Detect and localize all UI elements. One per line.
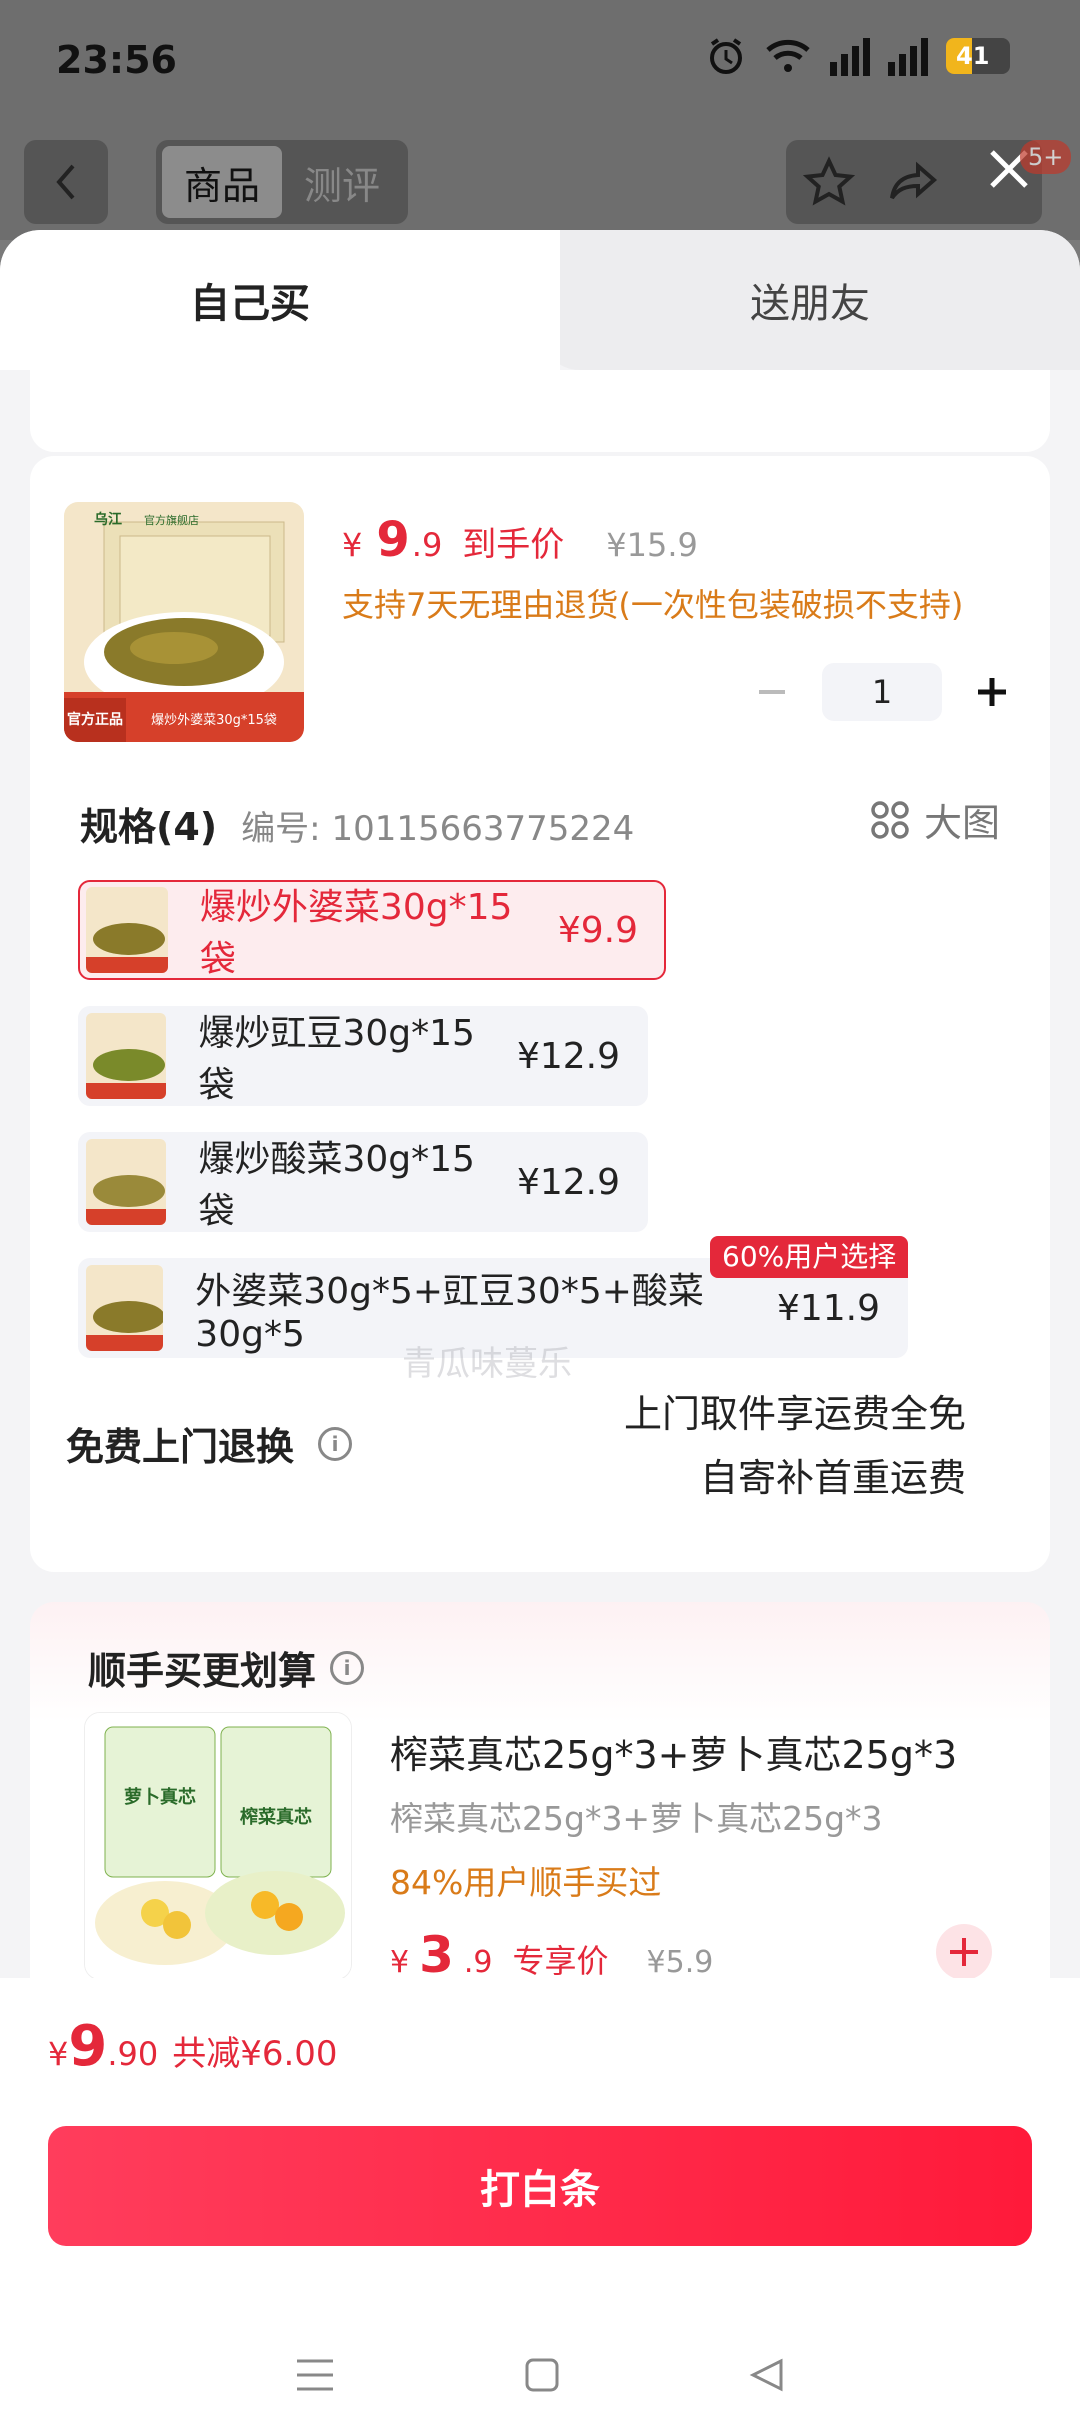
menu-icon[interactable]: [295, 2357, 335, 2393]
option-thumbnail: [86, 1139, 167, 1225]
option-thumbnail: [86, 1013, 167, 1099]
price-int: 9: [376, 512, 410, 568]
status-icons: 41: [706, 36, 1010, 76]
option-price: ¥9.9: [557, 909, 638, 951]
price-dec: .9: [411, 526, 443, 564]
original-price: ¥15.9: [606, 526, 698, 564]
chevron-left-icon: [56, 164, 75, 200]
big-image-toggle[interactable]: 大图: [870, 792, 1000, 847]
increase-button[interactable]: [962, 662, 1022, 722]
tab-product[interactable]: 商品: [162, 146, 282, 218]
spec-header: 规格(4) 编号: 10115663775224: [80, 796, 634, 851]
total-price: ¥9.90 共减¥6.00: [48, 2014, 338, 2079]
battery-text: 41: [956, 42, 990, 70]
currency-symbol: ¥: [342, 526, 363, 564]
tab-buy-self[interactable]: 自己买: [0, 230, 560, 370]
add-on-price: ¥3 .9 专享价 ¥5.9: [390, 1926, 713, 1984]
signal-icon: [830, 36, 870, 76]
discount-text: 共减¥6.00: [172, 2034, 338, 2074]
image-caption-text: 爆炒外婆菜30g*15袋: [151, 713, 277, 728]
add-on-original-price: ¥5.9: [646, 1945, 714, 1980]
add-on-image[interactable]: 萝卜真芯 榨菜真芯: [84, 1712, 352, 1980]
option-price: ¥12.9: [516, 1161, 620, 1203]
add-on-price-label: 专享价: [512, 1942, 609, 1980]
tab-review[interactable]: 测评: [282, 146, 402, 218]
image-badge-text: 官方正品: [67, 711, 123, 728]
free-return-detail: 上门取件享运费全免 自寄补首重运费: [624, 1382, 966, 1510]
wifi-icon: [766, 39, 810, 72]
option-name: 爆炒豇豆30g*15袋: [198, 1013, 475, 1106]
total-dec: .90: [107, 2035, 159, 2073]
header-tabs: 商品 测评: [156, 140, 408, 224]
option-thumbnail: [86, 1265, 164, 1351]
plus-icon: [950, 1938, 978, 1966]
add-on-title-text: 顺手买更划算: [88, 1649, 317, 1693]
home-icon[interactable]: [524, 2357, 560, 2393]
add-on-price-int: 3: [419, 1926, 454, 1984]
free-return-title: 免费上门退换 i: [66, 1416, 353, 1471]
free-return-line2: 自寄补首重运费: [699, 1456, 966, 1500]
add-on-name[interactable]: 榨菜真芯25g*3+萝卜真芯25g*3: [390, 1724, 957, 1779]
product-image: 官方正品 爆炒外婆菜30g*15袋 乌江 官方旗舰店: [64, 502, 304, 742]
spec-option-1[interactable]: 爆炒外婆菜30g*15袋 ¥9.9: [78, 880, 666, 980]
currency-symbol: ¥: [48, 2035, 69, 2073]
watermark-text: 青瓜味蔓乐: [402, 1344, 572, 1384]
quantity-stepper: 1: [742, 662, 1022, 722]
tab-gift-friend[interactable]: 送朋友: [540, 230, 1080, 370]
share-icon[interactable]: [888, 156, 940, 208]
product-code: 编号: 10115663775224: [241, 809, 635, 849]
product-card: 官方正品 爆炒外婆菜30g*15袋 乌江 官方旗舰店 ¥9.9 到手价 ¥15.…: [30, 456, 1050, 1572]
image-tag-text: 官方旗舰店: [144, 513, 199, 527]
minus-icon: [759, 690, 785, 694]
return-policy: 支持7天无理由退货(一次性包装破损不支持): [342, 586, 964, 624]
add-on-image-text2: 榨菜真芯: [240, 1806, 312, 1828]
pay-credit-button[interactable]: 打白条: [48, 2126, 1032, 2246]
spec-option-2[interactable]: 爆炒豇豆30g*15袋 ¥12.9: [78, 1006, 648, 1106]
address-card-partial[interactable]: [30, 370, 1050, 452]
notification-badge: 5+: [1020, 140, 1072, 174]
star-icon[interactable]: [802, 156, 855, 208]
add-on-subtitle: 榨菜真芯25g*3+萝卜真芯25g*3: [390, 1799, 883, 1838]
option-price: ¥12.9: [516, 1035, 620, 1077]
status-time: 23:56: [56, 38, 177, 82]
checkout-footer: ¥9.90 共减¥6.00 打白条: [0, 1978, 1080, 2412]
currency-symbol: ¥: [390, 1945, 410, 1980]
option-name: 爆炒外婆菜30g*15袋: [199, 887, 513, 980]
spec-option-3[interactable]: 爆炒酸菜30g*15袋 ¥12.9: [78, 1132, 648, 1232]
free-return-label: 免费上门退换: [66, 1425, 295, 1469]
add-on-add-button[interactable]: [936, 1924, 992, 1980]
back-icon[interactable]: [749, 2357, 785, 2393]
add-on-title: 顺手买更划算 i: [88, 1640, 365, 1695]
grid-icon: [871, 800, 909, 839]
add-on-price-dec: .9: [463, 1945, 493, 1980]
free-return-line1: 上门取件享运费全免: [623, 1392, 966, 1436]
option-thumbnail: [86, 887, 168, 973]
quantity-value[interactable]: 1: [822, 663, 942, 721]
info-icon[interactable]: i: [330, 1650, 365, 1685]
battery-icon: 41: [946, 38, 1010, 74]
decrease-button[interactable]: [742, 662, 802, 722]
info-icon[interactable]: i: [318, 1426, 353, 1461]
image-brand-text: 乌江: [94, 511, 122, 528]
option-name: 爆炒酸菜30g*15袋: [198, 1139, 475, 1232]
alarm-icon: [710, 38, 742, 74]
popular-badge: 60%用户选择: [710, 1236, 909, 1278]
add-on-stat: 84%用户顺手买过: [390, 1863, 662, 1902]
big-image-label: 大图: [923, 801, 1000, 845]
system-nav-bar: [0, 2338, 1080, 2412]
spec-title: 规格(4): [80, 805, 218, 849]
status-bar: 23:56 41: [0, 0, 1080, 120]
price-line: ¥9.9 到手价 ¥15.9: [342, 512, 698, 568]
price-label: 到手价: [462, 525, 565, 565]
option-price: ¥11.9: [776, 1287, 880, 1329]
signal-icon-2: [888, 36, 928, 76]
add-on-image-text1: 萝卜真芯: [124, 1786, 196, 1808]
total-int: 9: [68, 2014, 108, 2079]
plus-icon: [978, 678, 1006, 706]
back-button[interactable]: [24, 140, 108, 224]
